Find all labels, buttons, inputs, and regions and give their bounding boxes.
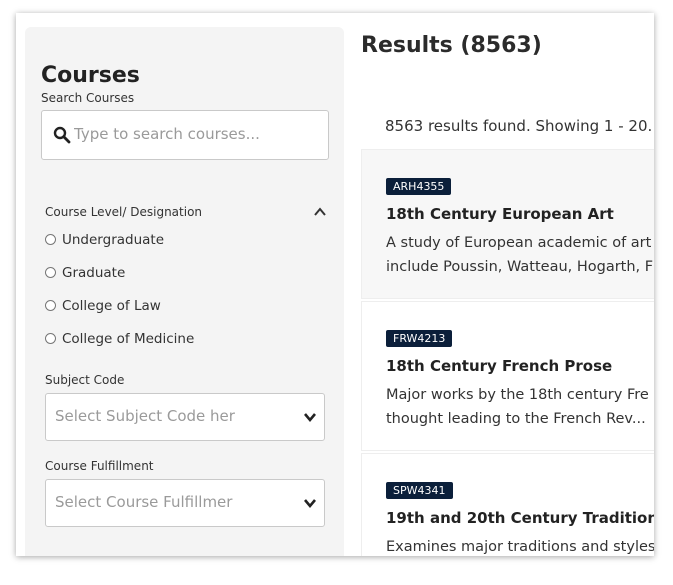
results-summary: 8563 results found. Showing 1 - 20. xyxy=(385,117,653,135)
course-title[interactable]: 18th Century French Prose xyxy=(386,357,612,375)
course-fulfillment-label: Course Fulfillment xyxy=(45,459,154,473)
subject-code-select[interactable]: Select Subject Code her xyxy=(45,393,325,441)
course-fulfillment-select[interactable]: Select Course Fulfillmer xyxy=(45,479,325,527)
course-description: A study of European academic of art incl… xyxy=(386,235,654,275)
graduate-radio[interactable] xyxy=(45,267,56,278)
course-title[interactable]: 18th Century European Art xyxy=(386,205,614,223)
sidebar-title: Courses xyxy=(41,63,140,88)
course-level-section-header[interactable]: Course Level/ Designation xyxy=(45,203,327,223)
subject-code-placeholder: Select Subject Code her xyxy=(55,407,235,425)
app-window: Courses Search Courses Course Level/ Des… xyxy=(16,13,654,556)
chevron-down-icon xyxy=(304,499,316,509)
results-title: Results (8563) xyxy=(361,33,542,58)
result-card[interactable]: FRW4213 18th Century French Prose Major … xyxy=(361,301,654,451)
course-description: Examines major traditions and styles xyxy=(386,539,654,555)
search-box[interactable] xyxy=(41,110,329,160)
course-title[interactable]: 19th and 20th Century Traditions in xyxy=(386,509,654,527)
chevron-down-icon xyxy=(304,413,316,423)
search-icon xyxy=(53,126,71,144)
search-label: Search Courses xyxy=(41,91,135,105)
chevron-up-icon[interactable] xyxy=(313,205,327,219)
course-code-badge: FRW4213 xyxy=(386,330,453,347)
filters-sidebar: Courses Search Courses Course Level/ Des… xyxy=(25,27,344,556)
undergraduate-radio[interactable] xyxy=(45,234,56,245)
course-description: Major works by the 18th century Fre thou… xyxy=(386,387,649,427)
radio-label: College of Law xyxy=(62,298,161,314)
radio-label: Graduate xyxy=(62,265,126,281)
search-input[interactable] xyxy=(74,111,320,157)
course-level-label: Course Level/ Designation xyxy=(45,205,203,219)
course-fulfillment-placeholder: Select Course Fulfillmer xyxy=(55,493,233,511)
result-card[interactable]: SPW4341 19th and 20th Century Traditions… xyxy=(361,453,654,556)
result-card[interactable]: ARH4355 18th Century European Art A stud… xyxy=(361,149,654,299)
course-code-badge: SPW4341 xyxy=(386,482,453,499)
college-of-law-radio[interactable] xyxy=(45,300,56,311)
radio-label: Undergraduate xyxy=(62,232,165,248)
course-code-badge: ARH4355 xyxy=(386,178,452,195)
subject-code-label: Subject Code xyxy=(45,373,125,387)
radio-label: College of Medicine xyxy=(62,331,195,347)
college-of-medicine-radio[interactable] xyxy=(45,333,56,344)
